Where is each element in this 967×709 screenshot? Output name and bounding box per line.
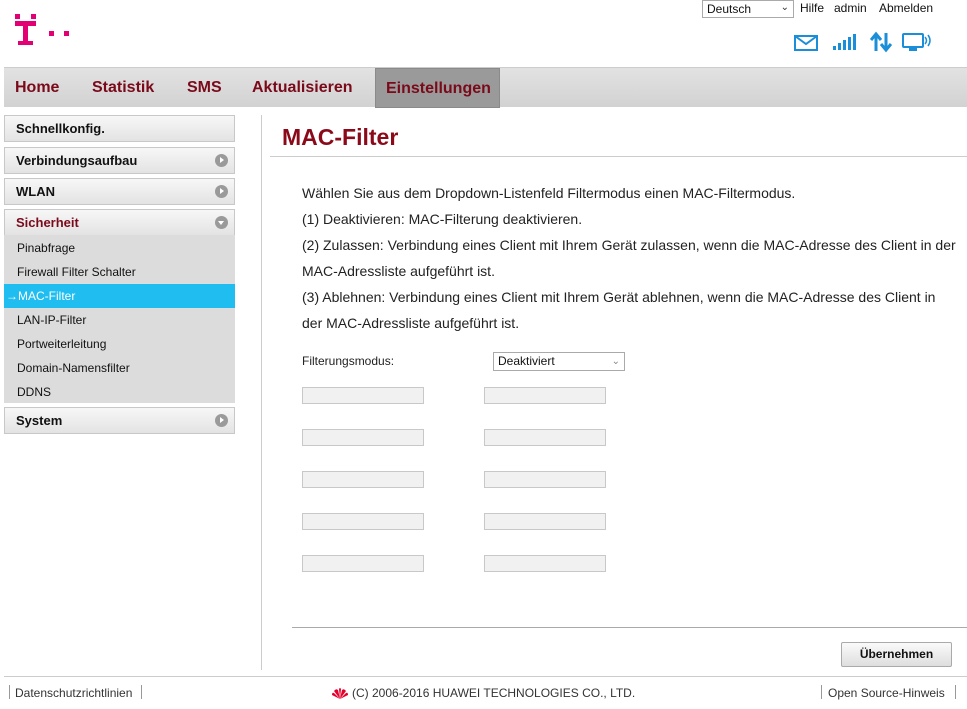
description-line: (3) Ablehnen: Verbindung eines Client mi… — [302, 289, 936, 305]
security-submenu: Pinabfrage Firewall Filter Schalter →MAC… — [4, 235, 235, 403]
nav-sms[interactable]: SMS — [177, 68, 232, 108]
sidebar-item-quick-setup[interactable]: Schnellkonfig. — [4, 115, 235, 142]
wifi-device-icon[interactable] — [902, 30, 932, 57]
chevron-down-icon — [215, 216, 228, 229]
footer-separator — [955, 685, 956, 699]
nav-einstellungen[interactable]: Einstellungen — [375, 68, 500, 108]
sidebar-item-security[interactable]: Sicherheit — [4, 209, 235, 236]
chevron-down-icon: ⌄ — [780, 2, 789, 13]
mac-address-field[interactable] — [484, 513, 606, 530]
apply-button[interactable]: Übernehmen — [841, 642, 952, 667]
mac-address-field[interactable] — [302, 471, 424, 488]
mac-address-field[interactable] — [302, 555, 424, 572]
chevron-down-icon: ⌄ — [611, 356, 620, 367]
mac-address-field[interactable] — [484, 429, 606, 446]
footer-separator — [821, 685, 822, 699]
sidebar-item-system[interactable]: System — [4, 407, 235, 434]
mac-address-field[interactable] — [484, 387, 606, 404]
sidebar-subitem-port-forwarding[interactable]: Portweiterleitung — [4, 332, 235, 356]
chevron-right-icon — [215, 414, 228, 427]
sidebar-item-label: WLAN — [16, 184, 55, 199]
logout-link[interactable]: Abmelden — [879, 1, 933, 15]
description-line: der MAC-Adressliste aufgeführt ist. — [302, 315, 520, 331]
main-navigation: Home Statistik SMS Aktualisieren Einstel… — [4, 67, 967, 108]
sidebar-subitem-mac-filter[interactable]: →MAC-Filter — [4, 284, 235, 308]
chevron-right-icon — [215, 185, 228, 198]
footer-divider — [4, 676, 967, 677]
user-link[interactable]: admin — [834, 1, 867, 15]
filter-mode-label: Filterungsmodus: — [302, 354, 395, 368]
sidebar-subitem-domain-filter[interactable]: Domain-Namensfilter — [4, 356, 235, 380]
sidebar-subitem-firewall[interactable]: Firewall Filter Schalter — [4, 260, 235, 284]
copyright-text: (C) 2006-2016 HUAWEI TECHNOLOGIES CO., L… — [352, 686, 636, 700]
mac-address-field[interactable] — [484, 471, 606, 488]
signal-icon — [832, 30, 858, 57]
nav-aktualisieren[interactable]: Aktualisieren — [242, 68, 362, 108]
nav-statistik[interactable]: Statistik — [82, 68, 164, 108]
description-line: Wählen Sie aus dem Dropdown-Listenfeld F… — [302, 185, 796, 201]
description-line: (1) Deaktivieren: MAC-Filterung deaktivi… — [302, 211, 583, 227]
mac-address-field[interactable] — [484, 555, 606, 572]
sidebar-item-wlan[interactable]: WLAN — [4, 178, 235, 205]
sidebar-item-connection[interactable]: Verbindungsaufbau — [4, 147, 235, 174]
filter-mode-value: Deaktiviert — [498, 354, 555, 368]
nav-home[interactable]: Home — [5, 68, 69, 108]
mac-address-field[interactable] — [302, 513, 424, 530]
form-divider — [292, 627, 967, 628]
description-line: MAC-Adressliste aufgeführt ist. — [302, 263, 495, 279]
huawei-logo — [332, 688, 348, 699]
telekom-logo — [15, 14, 69, 45]
language-value: Deutsch — [707, 2, 752, 16]
language-select[interactable]: Deutsch ⌄ — [702, 0, 794, 18]
footer-separator — [9, 685, 10, 699]
sidebar-item-label: Verbindungsaufbau — [16, 153, 138, 168]
open-source-link[interactable]: Open Source-Hinweis — [828, 686, 945, 700]
sidebar-item-label: System — [16, 413, 63, 428]
content-divider — [261, 115, 262, 670]
sidebar-item-label: Sicherheit — [16, 215, 79, 230]
privacy-link[interactable]: Datenschutzrichtlinien — [15, 686, 132, 700]
sidebar-subitem-ddns[interactable]: DDNS — [4, 380, 235, 404]
mac-address-field[interactable] — [302, 429, 424, 446]
chevron-right-icon — [215, 154, 228, 167]
mail-icon[interactable] — [794, 30, 818, 57]
mac-address-field[interactable] — [302, 387, 424, 404]
title-divider — [270, 156, 967, 157]
sidebar-subitem-lan-ip-filter[interactable]: LAN-IP-Filter — [4, 308, 235, 332]
data-transfer-icon — [869, 30, 893, 57]
page-title: MAC-Filter — [282, 124, 399, 150]
help-link[interactable]: Hilfe — [800, 1, 824, 15]
sidebar-subitem-pin[interactable]: Pinabfrage — [4, 236, 235, 260]
filter-mode-select[interactable]: Deaktiviert ⌄ — [493, 352, 625, 371]
description-line: (2) Zulassen: Verbindung eines Client mi… — [302, 237, 956, 253]
footer-separator — [141, 685, 142, 699]
